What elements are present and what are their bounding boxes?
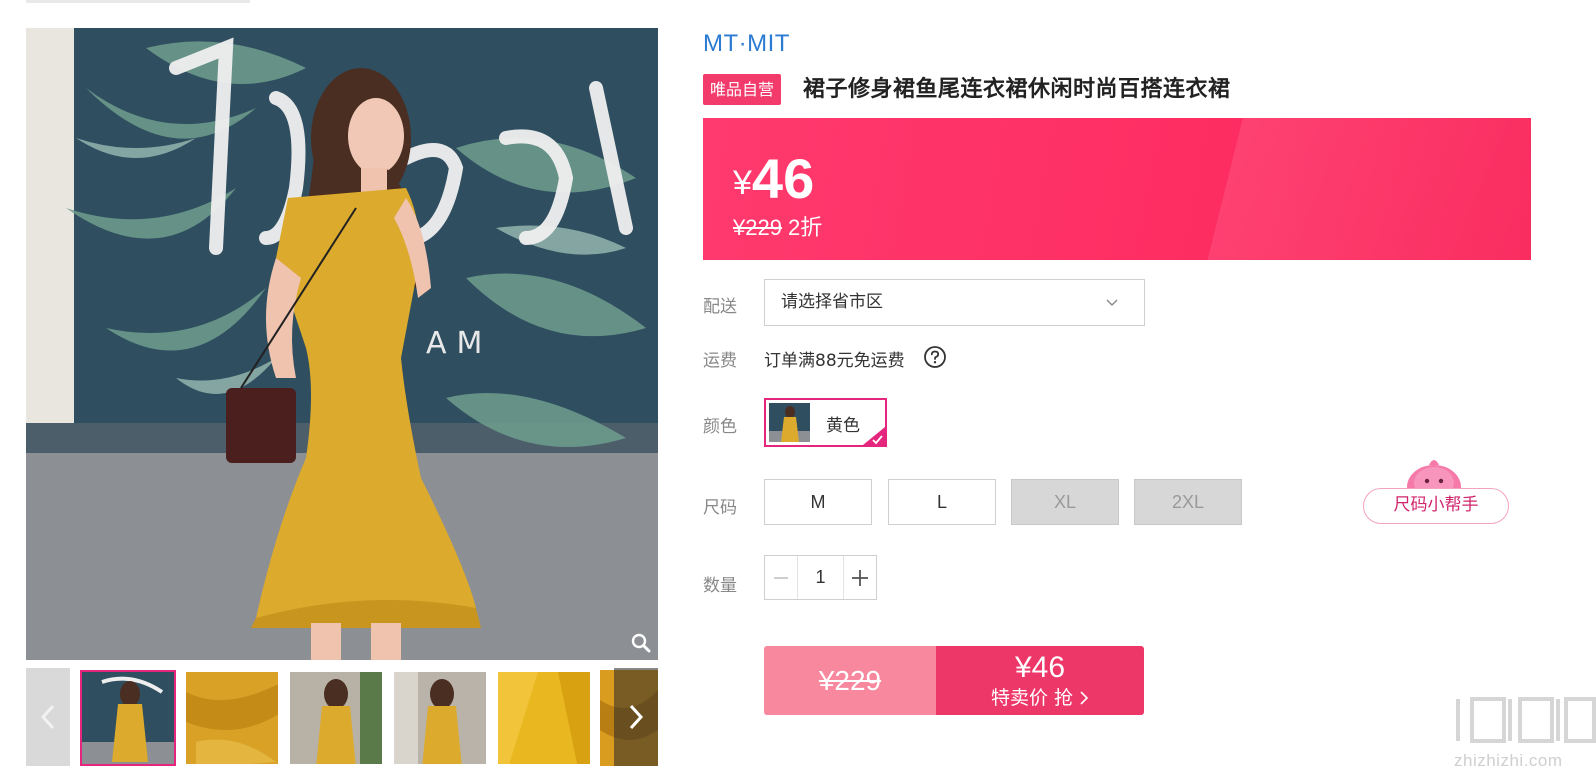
size-option-l[interactable]: L [888,479,996,525]
minus-icon [774,576,788,579]
thumbnail-next-button[interactable] [614,668,658,766]
buy-now-button[interactable]: ¥46 特卖价 抢 [936,646,1144,715]
thumbnail-image [394,672,486,764]
thumbnail-4[interactable] [392,670,488,766]
buy-bar-label-row: 特卖价 抢 [936,685,1144,711]
color-swatch-image [769,403,810,442]
thumbnail-1[interactable] [80,670,176,766]
thumbnail-image [82,672,174,764]
site-watermark: zhizhizhi.com [1450,695,1596,775]
watermark-text: zhizhizhi.com [1454,751,1563,770]
color-option-label: 黄色 [826,416,860,436]
currency-symbol: ¥ [733,164,752,202]
price-panel: ¥46 ¥229 2折 [703,118,1531,260]
chevron-right-icon [629,704,643,730]
thumbnail-5[interactable] [496,670,592,766]
buy-now-bar[interactable]: ¥229 ¥46 特卖价 抢 [764,646,1144,715]
quantity-decrease-button[interactable] [765,556,798,599]
thumbnail-3[interactable] [288,670,384,766]
brand-name[interactable]: MT·MIT [703,30,790,58]
chevron-right-icon [1080,690,1089,705]
quantity-input[interactable] [798,556,843,599]
size-label: 尺码 [703,498,737,518]
main-product-image[interactable]: AM [26,28,658,660]
size-option-m[interactable]: M [764,479,872,525]
chevron-left-icon [41,704,55,730]
thumbnail-image [498,672,590,764]
product-title: 裙子修身裙鱼尾连衣裙休闲时尚百搭连衣裙 [803,77,1231,102]
shipping-label: 运费 [703,351,737,371]
thumbnail-image [186,672,278,764]
current-price: ¥46 [733,146,814,211]
color-label: 颜色 [703,417,737,437]
self-operated-badge: 唯品自营 [703,74,782,105]
shipping-info: 订单满88元免运费 [764,351,905,371]
thumbnail-2[interactable] [184,670,280,766]
buy-bar-sale-price: ¥46 [1014,650,1066,684]
svg-text:AM: AM [426,326,492,361]
buy-bar-label: 特卖价 抢 [990,686,1073,709]
region-select[interactable]: 请选择省市区 [764,279,1145,326]
discount-label: 2折 [787,215,823,240]
top-tab-indicator [26,0,250,3]
quantity-label: 数量 [703,576,737,596]
size-option-xl: XL [1011,479,1119,525]
size-helper-button[interactable]: 尺码小帮手 [1363,488,1509,524]
watermark-logo [1456,697,1596,743]
thumbnail-prev-button[interactable] [26,668,70,766]
thumbnail-image [290,672,382,764]
chevron-down-icon [1106,299,1118,306]
size-option-2xl: 2XL [1134,479,1242,525]
original-price: ¥229 [733,215,782,240]
delivery-label: 配送 [703,297,737,317]
buy-bar-original-price: ¥229 [764,646,936,715]
price-panel-decoration [1198,118,1531,260]
quantity-increase-button[interactable] [843,556,876,599]
thumbnail-strip [26,668,658,766]
quantity-stepper [764,555,877,600]
current-price-value: 46 [751,147,815,210]
selected-check-icon [863,427,885,445]
product-photo: AM [26,28,658,660]
color-option-yellow[interactable]: 黄色 [764,398,887,447]
question-circle-icon[interactable] [923,345,947,369]
zoom-icon[interactable] [630,632,652,654]
plus-icon [852,569,868,586]
original-price-row: ¥229 2折 [733,210,822,242]
region-select-placeholder: 请选择省市区 [781,292,883,312]
